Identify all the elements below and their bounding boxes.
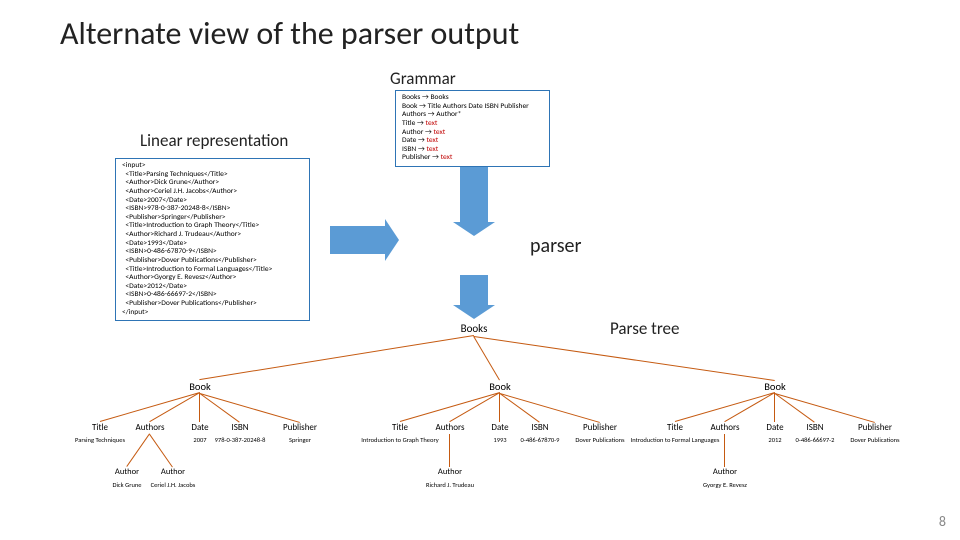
tree-node: Book — [764, 380, 786, 393]
tree-node: Date — [191, 422, 208, 433]
tree-node: Authors — [711, 422, 740, 433]
input-box: <input> <Title>Parsing Techniques</Title… — [115, 158, 310, 321]
tree-node: Introduction to Formal Languages — [631, 436, 720, 444]
parser-label: parser — [530, 234, 581, 258]
tree-node: Publisher — [583, 422, 617, 433]
tree-node: Richard J. Trudeau — [426, 481, 474, 489]
grammar-box: Books → BooksBook → Title Authors Date I… — [395, 90, 550, 167]
arrow-grammar-to-parser — [460, 167, 488, 222]
tree-node: Book — [489, 380, 511, 393]
grammar-label: Grammar — [390, 68, 456, 89]
tree-node: Springer — [289, 436, 311, 444]
tree-node: Gyorgy E. Revesz — [703, 481, 747, 489]
tree-node: Introduction to Graph Theory — [361, 436, 438, 444]
slide-title: Alternate view of the parser output — [0, 0, 960, 53]
tree-node: Title — [92, 422, 108, 433]
tree-node: 1993 — [493, 436, 506, 444]
tree-node: Author — [438, 467, 462, 477]
tree-node: Ceriel J.H. Jacobs — [151, 481, 196, 489]
tree-node: Author — [713, 467, 737, 477]
parse-tree-label: Parse tree — [610, 318, 679, 339]
tree-node: Authors — [136, 422, 165, 433]
tree-node: 0-486-67870-9 — [521, 436, 560, 444]
tree-node: Publisher — [858, 422, 892, 433]
tree-node: 978-0-387-20248-8 — [215, 436, 266, 444]
tree-node: Dover Publications — [850, 436, 899, 444]
tree-node: Parsing Techniques — [75, 436, 125, 444]
tree-node: Book — [189, 380, 211, 393]
tree-node: 0-486-66697-2 — [796, 436, 835, 444]
tree-node: 2007 — [193, 436, 206, 444]
tree-node: Title — [392, 422, 408, 433]
linear-representation-label: Linear representation — [140, 130, 288, 151]
tree-node: Title — [667, 422, 683, 433]
tree-node: Date — [491, 422, 508, 433]
tree-node: Publisher — [283, 422, 317, 433]
tree-node: Authors — [436, 422, 465, 433]
tree-node: ISBN — [531, 422, 548, 433]
tree-node: Books — [461, 322, 488, 335]
arrow-parser-to-tree — [460, 275, 488, 305]
tree-node: Author — [161, 467, 185, 477]
tree-node: Date — [766, 422, 783, 433]
tree-node: Author — [115, 467, 139, 477]
tree-node: ISBN — [806, 422, 823, 433]
tree-node: Dover Publications — [575, 436, 624, 444]
tree-node: Dick Grune — [112, 481, 141, 489]
arrow-input-to-parser — [330, 226, 385, 254]
page-number: 8 — [939, 513, 946, 530]
tree-node: 2012 — [768, 436, 781, 444]
tree-node: ISBN — [231, 422, 248, 433]
